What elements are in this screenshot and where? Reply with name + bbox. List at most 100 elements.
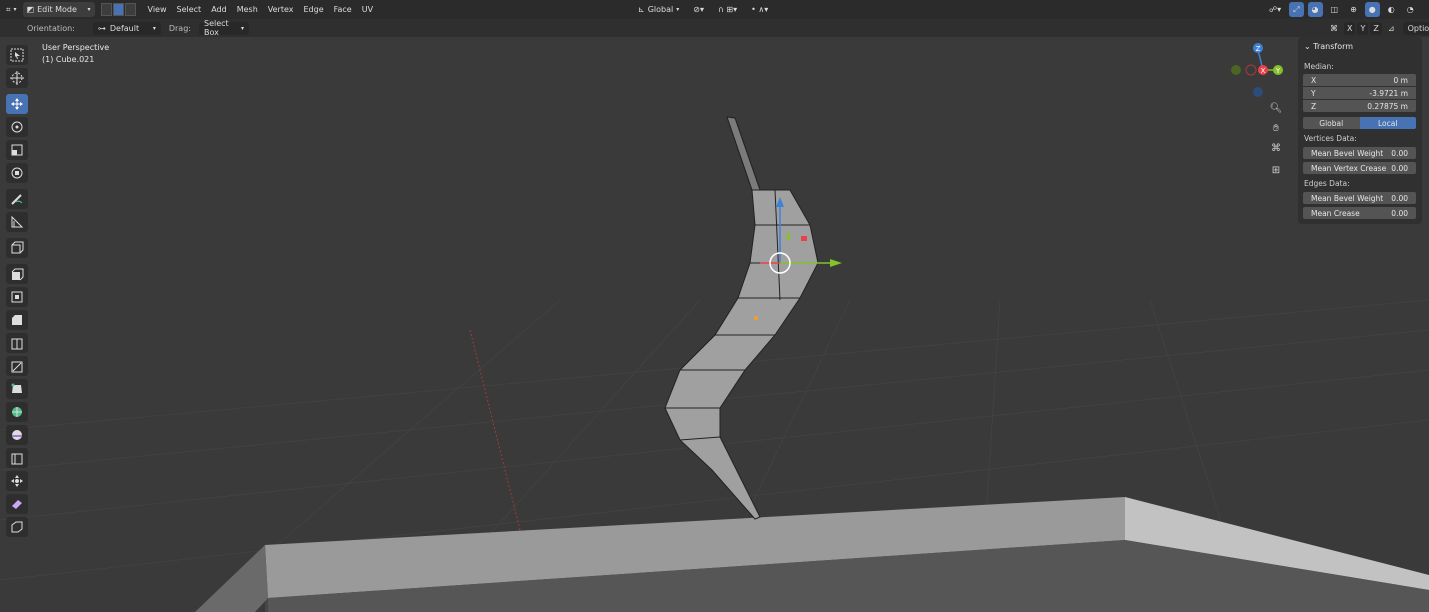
shading-solid-icon[interactable]: ●: [1364, 2, 1380, 17]
cursor-tool[interactable]: [6, 68, 28, 88]
zoom-icon[interactable]: 🔍︎: [1268, 100, 1284, 116]
add-cube-icon: [11, 241, 24, 254]
drag-dropdown[interactable]: Select Box ▾: [198, 19, 249, 37]
move-tool[interactable]: [6, 94, 28, 114]
loop-cut-icon: [11, 338, 23, 350]
camera-view-icon[interactable]: ⌘: [1268, 140, 1284, 156]
left-toolbar: [3, 42, 29, 538]
options-button[interactable]: Options: [1402, 22, 1429, 35]
perspective-grid-icon[interactable]: ⊞: [1268, 162, 1284, 178]
chevron-down-icon: ▾: [152, 24, 156, 32]
editor-type-button[interactable]: ⌗ ▾: [2, 2, 21, 17]
rip-region-tool[interactable]: [6, 517, 28, 537]
annotate-tool[interactable]: [6, 189, 28, 209]
menu-add[interactable]: Add: [206, 5, 232, 14]
pan-hand-icon[interactable]: ✋︎: [1268, 120, 1284, 136]
median-label: Median:: [1304, 62, 1334, 71]
local-toggle[interactable]: Local: [1359, 117, 1416, 129]
orientation-label: Global: [647, 5, 674, 14]
edge-slide-tool[interactable]: [6, 448, 28, 468]
overlay-toggle-icon[interactable]: ◕: [1307, 2, 1323, 17]
move-icon: [11, 98, 23, 110]
gizmo-toggle-icon[interactable]: ⤢: [1289, 2, 1304, 17]
edges-data-label: Edges Data:: [1304, 179, 1350, 188]
header-bar: ⌗ ▾ ◩ Edit Mode ▾ View Select Add Mesh V…: [0, 0, 1429, 19]
add-cube-tool[interactable]: [6, 238, 28, 258]
visibility-icon[interactable]: ☍▾: [1265, 2, 1285, 17]
edge-crease-field[interactable]: Mean Crease 0.00: [1303, 207, 1416, 219]
pivot-icon[interactable]: ⊘▾: [689, 2, 708, 17]
transform-panel-header[interactable]: ⌄ Transform: [1304, 42, 1353, 51]
shading-wireframe-icon[interactable]: ⊕: [1346, 2, 1361, 17]
vertex-select-button[interactable]: [100, 3, 112, 16]
field-label: Mean Bevel Weight: [1311, 193, 1384, 203]
menu-edge[interactable]: Edge: [298, 5, 328, 14]
knife-tool[interactable]: [6, 356, 28, 376]
field-label: Mean Crease: [1311, 208, 1360, 218]
median-y-field[interactable]: Y -3.9721 m: [1303, 87, 1416, 99]
rip-region-icon: [11, 521, 23, 533]
edge-select-button[interactable]: [112, 3, 124, 16]
view-name: User Perspective: [42, 43, 110, 52]
inset-tool[interactable]: [6, 287, 28, 307]
extrude-tool[interactable]: [6, 264, 28, 284]
shrink-fatten-tool[interactable]: [6, 471, 28, 491]
orientation-value: Default: [109, 23, 140, 33]
vertex-bevel-weight-field[interactable]: Mean Bevel Weight 0.00: [1303, 147, 1416, 159]
snap-icon[interactable]: ∩ ⊞▾: [714, 2, 741, 17]
transform-icon: [11, 167, 23, 179]
spin-tool[interactable]: [6, 402, 28, 422]
field-value: 0.00: [1391, 163, 1408, 173]
menu-face[interactable]: Face: [329, 5, 357, 14]
3d-viewport[interactable]: [0, 0, 1429, 612]
xray-icon[interactable]: ◫: [1327, 2, 1343, 17]
rotate-tool[interactable]: [6, 117, 28, 137]
spin-icon: [12, 407, 22, 417]
shear-tool[interactable]: [6, 494, 28, 514]
field-value: 0.00: [1391, 148, 1408, 158]
menu-mesh[interactable]: Mesh: [232, 5, 263, 14]
knife-icon: [11, 361, 23, 373]
menu-uv[interactable]: UV: [357, 5, 378, 14]
pencil-icon: [11, 194, 23, 205]
space-toggle: Global Local: [1303, 117, 1416, 129]
menu-select[interactable]: Select: [172, 5, 207, 14]
median-x-field[interactable]: X 0 m: [1303, 74, 1416, 86]
mirror-icon[interactable]: ⌘: [1326, 21, 1342, 36]
global-toggle[interactable]: Global: [1303, 117, 1360, 129]
face-select-button[interactable]: [124, 3, 136, 16]
proportional-edit-icon[interactable]: • ∧▾: [747, 2, 772, 17]
vertex-crease-field[interactable]: Mean Vertex Crease 0.00: [1303, 162, 1416, 174]
transform-tool[interactable]: [6, 163, 28, 183]
field-value: -3.9721 m: [1369, 88, 1408, 98]
axis-x-toggle[interactable]: X: [1344, 22, 1356, 35]
axis-z-toggle[interactable]: Z: [1370, 22, 1382, 35]
loop-cut-tool[interactable]: [6, 333, 28, 353]
mode-label: Edit Mode: [37, 5, 77, 14]
scale-tool[interactable]: [6, 140, 28, 160]
smooth-tool[interactable]: [6, 425, 28, 445]
measure-tool[interactable]: [6, 212, 28, 232]
field-value: 0.00: [1391, 193, 1408, 203]
transform-panel-title: Transform: [1313, 42, 1354, 51]
gizmo-x-label: X: [1261, 67, 1266, 75]
auto-merge-icon[interactable]: ⊿: [1384, 21, 1399, 36]
shading-material-icon[interactable]: ◐: [1384, 2, 1399, 17]
shading-rendered-icon[interactable]: ◔: [1403, 2, 1418, 17]
axis-y-toggle[interactable]: Y: [1357, 22, 1369, 35]
navigation-gizmo[interactable]: Z Y X: [1228, 40, 1290, 102]
select-box-tool[interactable]: [6, 45, 28, 65]
transform-orientation-dropdown[interactable]: ⊾ Global ▾: [634, 2, 683, 17]
median-z-field[interactable]: Z 0.27875 m: [1303, 100, 1416, 112]
bevel-tool[interactable]: [6, 310, 28, 330]
editor-type-icon: ⌗: [6, 4, 11, 14]
poly-build-tool[interactable]: [6, 379, 28, 399]
gizmo-neg-x-icon: [1245, 64, 1257, 76]
orientation-dropdown[interactable]: ⊶ Default ▾: [92, 21, 161, 35]
edge-bevel-weight-field[interactable]: Mean Bevel Weight 0.00: [1303, 192, 1416, 204]
orientation-label: Orientation:: [27, 23, 75, 33]
menu-view[interactable]: View: [143, 5, 172, 14]
mode-dropdown[interactable]: ◩ Edit Mode ▾: [22, 2, 95, 17]
menu-vertex[interactable]: Vertex: [263, 5, 299, 14]
chevron-down-icon: ⌄: [1304, 42, 1311, 51]
